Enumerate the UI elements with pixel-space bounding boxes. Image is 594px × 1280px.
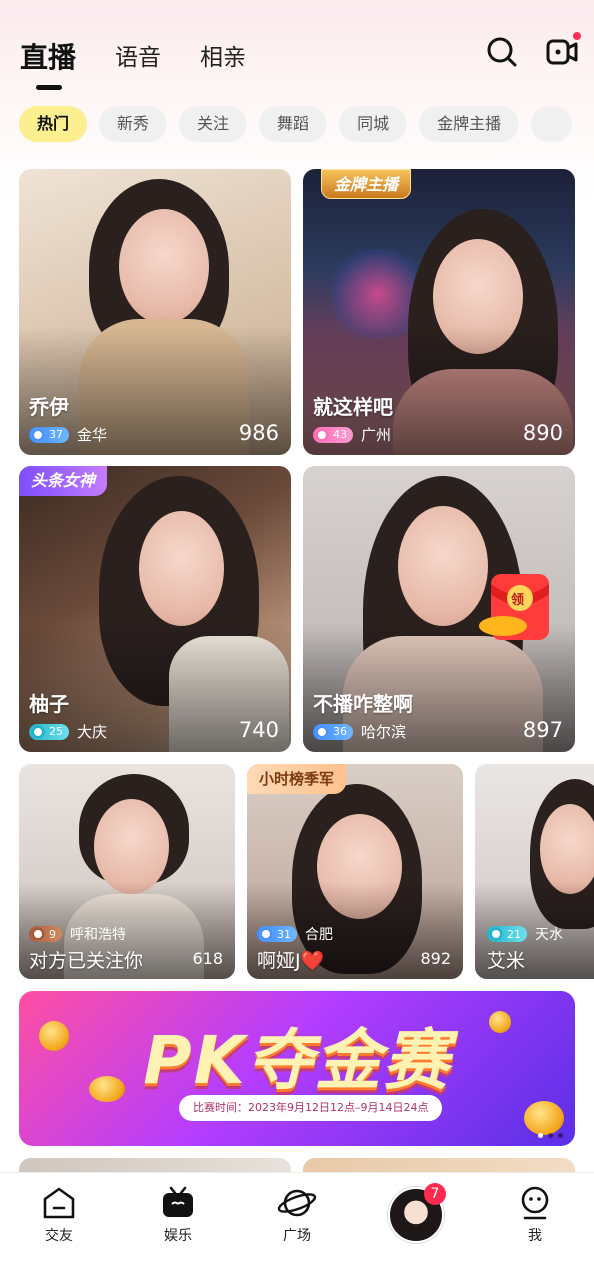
streamer-name: 对方已关注你 [29, 950, 144, 972]
hourly-rank-badge: 小时榜季军 [247, 764, 347, 794]
coin-icon [524, 1101, 564, 1135]
level-badge: 31 [257, 926, 297, 942]
city: 呼和浩特 [70, 927, 126, 943]
chip-local[interactable]: 同城 [339, 106, 408, 142]
chip-dance[interactable]: 舞蹈 [259, 106, 328, 142]
level-badge: 9 [29, 926, 62, 942]
tab-voice[interactable]: 语音 [115, 38, 161, 72]
city: 合肥 [305, 927, 333, 943]
top-nav: 直播 语音 相亲 [0, 0, 594, 100]
viewer-count: 986 [238, 421, 279, 445]
city: 哈尔滨 [361, 723, 407, 741]
banner-date: 比赛时间：2023年9月12日12点–9月14日24点 [179, 1095, 443, 1121]
headline-goddess-badge: 头条女神 [19, 466, 108, 496]
search-icon[interactable] [484, 34, 520, 70]
level-badge: 36 [313, 723, 353, 740]
stream-card[interactable]: 领 不播咋整啊 36 哈尔滨 897 [303, 466, 575, 752]
streamer-name: 艾米 [487, 950, 526, 972]
nav-me[interactable]: 我 [495, 1185, 575, 1245]
gem-icon [315, 724, 329, 739]
city: 金华 [77, 426, 108, 444]
streamer-name: 就这样吧 [313, 395, 393, 419]
city: 天水 [535, 927, 563, 943]
pk-banner[interactable]: PK夺金赛 比赛时间：2023年9月12日12点–9月14日24点 [19, 991, 575, 1146]
chip-gold[interactable]: 金牌主播 [419, 106, 520, 142]
bottom-nav: 交友 娱乐 广场 7 我 [0, 1172, 594, 1280]
chip-new[interactable]: 新秀 [99, 106, 168, 142]
city: 广州 [361, 426, 392, 444]
nav-friends[interactable]: 交友 [19, 1185, 99, 1245]
streamer-name: 乔伊 [29, 395, 69, 419]
viewer-count: 618 [192, 949, 223, 968]
friends-icon [43, 1187, 75, 1219]
carousel-dots [538, 1133, 563, 1138]
chip-hot[interactable]: 热门 [19, 106, 88, 142]
video-camera-icon[interactable] [544, 32, 581, 70]
tab-dating[interactable]: 相亲 [200, 38, 246, 72]
viewer-count: 892 [420, 949, 451, 968]
tab-live[interactable]: 直播 [20, 36, 76, 76]
stream-card[interactable]: 9 呼和浩特 对方已关注你 618 [19, 764, 235, 979]
level-badge: 25 [29, 723, 69, 740]
level-badge: 21 [487, 926, 527, 942]
streamer-name: 啊娅J❤️ [257, 950, 325, 972]
gold-streamer-badge: 金牌主播 [321, 169, 412, 199]
stream-card[interactable]: 21 天水 艾米 [475, 764, 594, 979]
city: 大庆 [77, 723, 108, 741]
viewer-count: 740 [238, 718, 279, 742]
notification-badge: 7 [424, 1183, 446, 1205]
gem-icon [259, 927, 273, 941]
category-chips: 热门 新秀 关注 舞蹈 同城 金牌主播 [19, 106, 594, 144]
envelope-label: 领 [511, 593, 525, 608]
gem-icon [489, 927, 503, 941]
stream-card[interactable]: 金牌主播 就这样吧 43 广州 890 [303, 169, 575, 455]
tv-icon [163, 1186, 193, 1217]
active-tab-indicator [36, 85, 62, 90]
gem-icon [31, 427, 45, 442]
nav-entertainment[interactable]: 娱乐 [138, 1185, 218, 1245]
nav-square[interactable]: 广场 [257, 1185, 337, 1245]
level-badge: 43 [313, 426, 353, 443]
stream-card[interactable]: 小时榜季军 31 合肥 啊娅J❤️ 892 [247, 764, 463, 979]
viewer-count: 897 [522, 718, 563, 742]
notification-dot [573, 32, 581, 40]
stream-card[interactable]: 头条女神 柚子 25 大庆 740 [19, 466, 291, 752]
gem-icon [31, 724, 45, 739]
profile-icon [521, 1186, 549, 1220]
red-envelope-icon[interactable]: 领 [475, 566, 559, 646]
gem-icon [315, 427, 329, 442]
banner-title: PK夺金赛 [143, 1022, 451, 1099]
gem-icon [31, 927, 45, 941]
streamer-name: 不播咋整啊 [313, 692, 413, 716]
chip-more[interactable] [531, 106, 573, 142]
viewer-count: 890 [522, 421, 563, 445]
chip-follow[interactable]: 关注 [179, 106, 248, 142]
level-badge: 37 [29, 426, 69, 443]
stream-card[interactable]: 乔伊 37 金华 986 [19, 169, 291, 455]
planet-icon [277, 1189, 317, 1217]
streamer-name: 柚子 [29, 692, 69, 716]
